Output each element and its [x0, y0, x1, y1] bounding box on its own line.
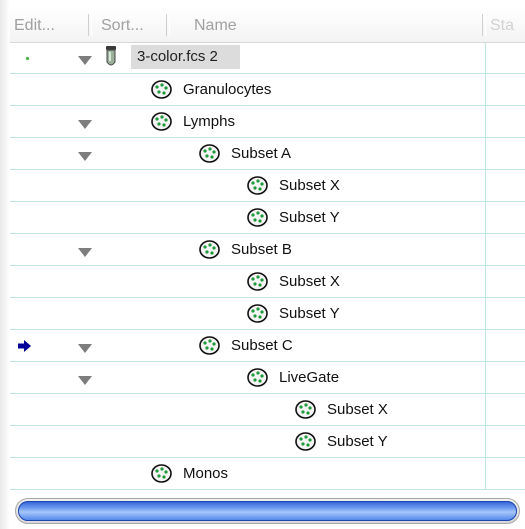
- gate-icon: [151, 80, 172, 99]
- gate-label[interactable]: Subset Y: [327, 433, 388, 450]
- column-header-bar: Edit... Sort... Name Sta: [10, 8, 525, 43]
- gate-label[interactable]: Subset X: [327, 401, 388, 418]
- sort-column-header[interactable]: Sort...: [101, 17, 144, 35]
- workspace-window: Edit... Sort... Name Sta 3-color.fcs 2 G…: [0, 0, 525, 529]
- gate-label[interactable]: Monos: [183, 465, 228, 482]
- tree-row-sample[interactable]: 3-color.fcs 2: [10, 42, 525, 74]
- gate-label[interactable]: Subset Y: [279, 209, 340, 226]
- gate-icon: [151, 464, 172, 483]
- gate-icon: [295, 400, 316, 419]
- header-separator[interactable]: [88, 14, 92, 36]
- tree-row-gate[interactable]: Subset X: [10, 266, 525, 298]
- window-edge: [0, 0, 10, 529]
- disclosure-triangle-icon[interactable]: [78, 344, 92, 353]
- gate-label[interactable]: Subset A: [231, 145, 291, 162]
- tree-row-gate[interactable]: Subset A: [10, 138, 525, 170]
- gate-label[interactable]: Subset B: [231, 241, 292, 258]
- tree-row-gate-current[interactable]: Subset C: [10, 330, 525, 362]
- sample-name[interactable]: 3-color.fcs 2: [131, 45, 240, 69]
- gate-label[interactable]: Lymphs: [183, 113, 235, 130]
- disclosure-triangle-icon[interactable]: [78, 248, 92, 257]
- gate-icon: [247, 304, 268, 323]
- gate-label[interactable]: Subset X: [279, 177, 340, 194]
- header-separator[interactable]: [166, 14, 170, 36]
- tree-row-gate[interactable]: Subset Y: [10, 298, 525, 330]
- sample-tube-icon: [106, 46, 116, 66]
- scrollbar-thumb[interactable]: [18, 501, 517, 521]
- tree-row-gate[interactable]: Lymphs: [10, 106, 525, 138]
- tree-row-gate[interactable]: Monos: [10, 458, 525, 490]
- tree-row-gate[interactable]: Subset X: [10, 394, 525, 426]
- gate-icon: [247, 368, 268, 387]
- tree-row-gate[interactable]: Subset Y: [10, 202, 525, 234]
- horizontal-scrollbar[interactable]: [15, 498, 520, 524]
- gate-icon: [199, 336, 220, 355]
- tree-row-gate[interactable]: Subset Y: [10, 426, 525, 458]
- edit-column-header[interactable]: Edit...: [14, 17, 55, 35]
- disclosure-triangle-icon[interactable]: [78, 120, 92, 129]
- current-row-arrow-icon: [18, 340, 31, 352]
- column-divider: [485, 42, 486, 490]
- gate-icon: [199, 144, 220, 163]
- status-dot-icon: [26, 57, 29, 60]
- tree-row-gate[interactable]: Subset X: [10, 170, 525, 202]
- status-column-header[interactable]: Sta: [490, 17, 514, 35]
- tree-row-gate[interactable]: Subset B: [10, 234, 525, 266]
- gate-label[interactable]: Subset X: [279, 273, 340, 290]
- gate-icon: [247, 272, 268, 291]
- tree-row-gate[interactable]: Granulocytes: [10, 74, 525, 106]
- gate-label[interactable]: Granulocytes: [183, 81, 271, 98]
- gate-icon: [151, 112, 172, 131]
- disclosure-triangle-icon[interactable]: [78, 376, 92, 385]
- gate-icon: [247, 176, 268, 195]
- name-column-header[interactable]: Name: [194, 17, 237, 35]
- disclosure-triangle-icon[interactable]: [78, 152, 92, 161]
- disclosure-triangle-icon[interactable]: [78, 56, 92, 65]
- gate-label[interactable]: LiveGate: [279, 369, 339, 386]
- gate-label[interactable]: Subset C: [231, 337, 293, 354]
- gate-icon: [199, 240, 220, 259]
- gate-icon: [295, 432, 316, 451]
- header-separator[interactable]: [482, 14, 486, 36]
- gate-icon: [247, 208, 268, 227]
- gate-label[interactable]: Subset Y: [279, 305, 340, 322]
- tree-row-gate[interactable]: LiveGate: [10, 362, 525, 394]
